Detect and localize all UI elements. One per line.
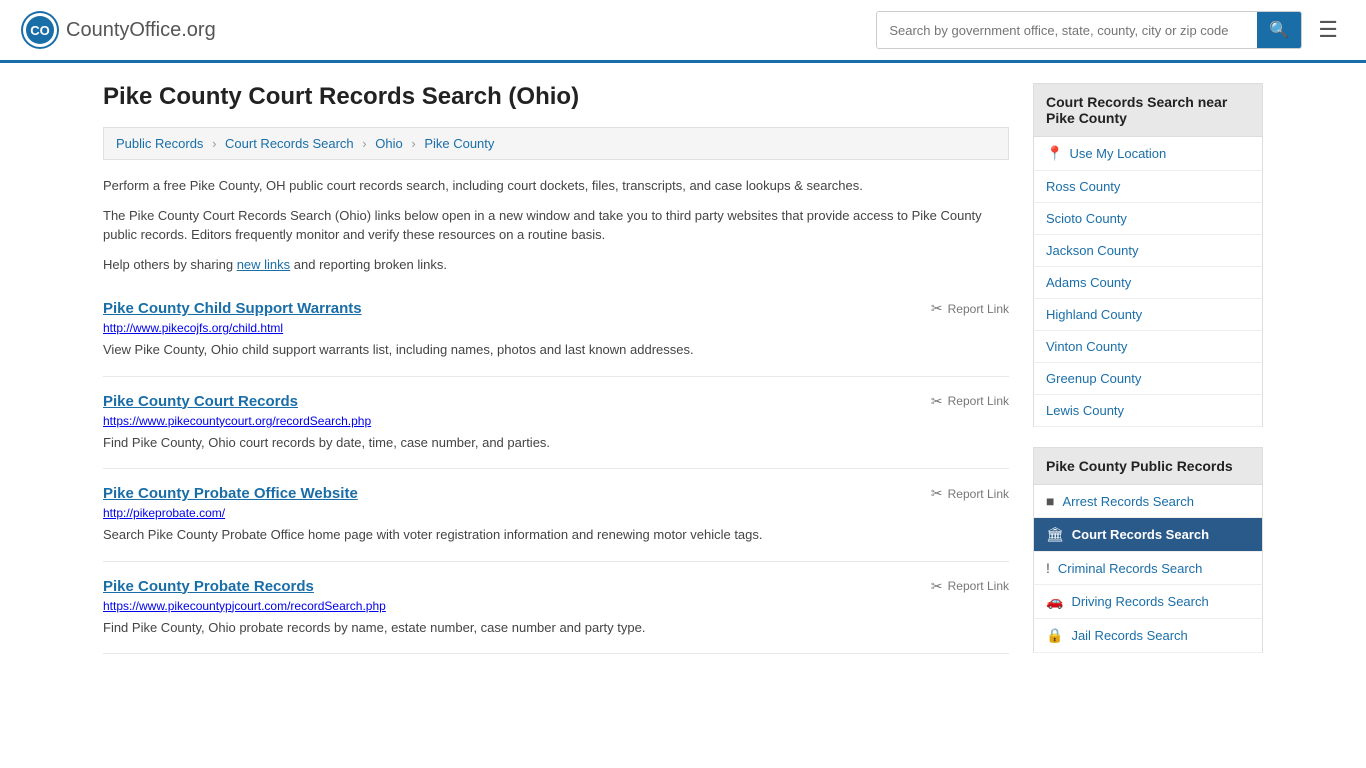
nearby-title: Court Records Search near Pike County <box>1033 83 1263 137</box>
content-area: Pike County Court Records Search (Ohio) … <box>103 83 1009 673</box>
result-desc-2: Search Pike County Probate Office home p… <box>103 525 1009 545</box>
nearby-county-link-2[interactable]: Jackson County <box>1046 243 1139 258</box>
pub-records-title: Pike County Public Records <box>1033 447 1263 485</box>
pub-rec-item[interactable]: 🚗 Driving Records Search <box>1033 585 1263 619</box>
report-link-0[interactable]: ✂ Report Link <box>931 300 1009 317</box>
report-link-3[interactable]: ✂ Report Link <box>931 578 1009 595</box>
breadcrumb-public-records[interactable]: Public Records <box>116 136 203 151</box>
nearby-county-link-4[interactable]: Highland County <box>1046 307 1142 322</box>
nearby-county-item[interactable]: Jackson County <box>1033 235 1263 267</box>
pub-rec-link-2[interactable]: Criminal Records Search <box>1058 561 1203 576</box>
scissors-icon-1: ✂ <box>931 393 943 410</box>
svg-text:CO: CO <box>30 23 50 38</box>
breadcrumb-ohio[interactable]: Ohio <box>375 136 402 151</box>
nearby-county-item[interactable]: Lewis County <box>1033 395 1263 427</box>
result-item: Pike County Court Records ✂ Report Link … <box>103 377 1009 470</box>
nearby-county-link-3[interactable]: Adams County <box>1046 275 1131 290</box>
pub-rec-link-4[interactable]: Jail Records Search <box>1071 628 1187 643</box>
menu-button[interactable]: ☰ <box>1310 13 1346 47</box>
location-icon: 📍 <box>1046 145 1063 162</box>
result-url-0[interactable]: http://www.pikecojfs.org/child.html <box>103 321 1009 335</box>
result-url-3[interactable]: https://www.pikecountypjcourt.com/record… <box>103 599 1009 613</box>
report-link-1[interactable]: ✂ Report Link <box>931 393 1009 410</box>
pub-records-section: Pike County Public Records ■ Arrest Reco… <box>1033 447 1263 653</box>
breadcrumb-pike-county[interactable]: Pike County <box>424 136 494 151</box>
nearby-county-link-7[interactable]: Lewis County <box>1046 403 1124 418</box>
result-url-2[interactable]: http://pikeprobate.com/ <box>103 506 1009 520</box>
breadcrumb: Public Records › Court Records Search › … <box>103 127 1009 160</box>
search-bar: 🔍 <box>876 11 1302 49</box>
logo-text: CountyOffice.org <box>66 19 216 42</box>
pub-rec-icon-1: 🏛 <box>1046 526 1064 543</box>
result-header: Pike County Court Records ✂ Report Link <box>103 393 1009 410</box>
use-location-link[interactable]: Use My Location <box>1069 146 1166 161</box>
result-desc-3: Find Pike County, Ohio probate records b… <box>103 618 1009 638</box>
nearby-county-item[interactable]: Scioto County <box>1033 203 1263 235</box>
pub-records-container: ■ Arrest Records Search 🏛 Court Records … <box>1033 485 1263 653</box>
nearby-county-item[interactable]: Adams County <box>1033 267 1263 299</box>
nearby-county-item[interactable]: Ross County <box>1033 171 1263 203</box>
new-links-link[interactable]: new links <box>237 257 290 272</box>
scissors-icon-0: ✂ <box>931 300 943 317</box>
pub-rec-link-3[interactable]: Driving Records Search <box>1071 594 1208 609</box>
result-item: Pike County Probate Office Website ✂ Rep… <box>103 469 1009 562</box>
main-container: Pike County Court Records Search (Ohio) … <box>83 63 1283 693</box>
pub-rec-icon-0: ■ <box>1046 493 1054 509</box>
result-title-2[interactable]: Pike County Probate Office Website <box>103 485 358 502</box>
result-title-3[interactable]: Pike County Probate Records <box>103 578 314 595</box>
sidebar: Court Records Search near Pike County 📍 … <box>1033 83 1263 673</box>
pub-rec-icon-2: ! <box>1046 560 1050 576</box>
nearby-county-link-6[interactable]: Greenup County <box>1046 371 1141 386</box>
results-container: Pike County Child Support Warrants ✂ Rep… <box>103 284 1009 654</box>
scissors-icon-2: ✂ <box>931 485 943 502</box>
result-item: Pike County Child Support Warrants ✂ Rep… <box>103 284 1009 377</box>
nearby-section: Court Records Search near Pike County 📍 … <box>1033 83 1263 427</box>
pub-rec-link-1[interactable]: Court Records Search <box>1072 527 1209 542</box>
search-input[interactable] <box>877 16 1257 45</box>
result-item: Pike County Probate Records ✂ Report Lin… <box>103 562 1009 655</box>
pub-rec-icon-3: 🚗 <box>1046 593 1063 610</box>
page-title: Pike County Court Records Search (Ohio) <box>103 83 1009 111</box>
result-url-1[interactable]: https://www.pikecountycourt.org/recordSe… <box>103 414 1009 428</box>
intro-text-2: The Pike County Court Records Search (Oh… <box>103 206 1009 245</box>
result-header: Pike County Child Support Warrants ✂ Rep… <box>103 300 1009 317</box>
pub-rec-icon-4: 🔒 <box>1046 627 1063 644</box>
intro-text-1: Perform a free Pike County, OH public co… <box>103 176 1009 196</box>
pub-rec-link-0[interactable]: Arrest Records Search <box>1062 494 1194 509</box>
result-desc-1: Find Pike County, Ohio court records by … <box>103 433 1009 453</box>
search-button[interactable]: 🔍 <box>1257 12 1301 48</box>
logo[interactable]: CO CountyOffice.org <box>20 10 216 50</box>
result-header: Pike County Probate Office Website ✂ Rep… <box>103 485 1009 502</box>
result-desc-0: View Pike County, Ohio child support war… <box>103 340 1009 360</box>
nearby-county-link-0[interactable]: Ross County <box>1046 179 1120 194</box>
nearby-county-item[interactable]: Vinton County <box>1033 331 1263 363</box>
logo-icon: CO <box>20 10 60 50</box>
intro-text-3: Help others by sharing new links and rep… <box>103 255 1009 275</box>
nearby-counties-container: Ross County Scioto County Jackson County Ad… <box>1033 171 1263 427</box>
nearby-county-link-5[interactable]: Vinton County <box>1046 339 1127 354</box>
use-location-item[interactable]: 📍 Use My Location <box>1033 137 1263 171</box>
result-header: Pike County Probate Records ✂ Report Lin… <box>103 578 1009 595</box>
breadcrumb-court-records[interactable]: Court Records Search <box>225 136 354 151</box>
pub-rec-item[interactable]: ! Criminal Records Search <box>1033 552 1263 585</box>
nearby-county-link-1[interactable]: Scioto County <box>1046 211 1127 226</box>
result-title-0[interactable]: Pike County Child Support Warrants <box>103 300 362 317</box>
report-link-2[interactable]: ✂ Report Link <box>931 485 1009 502</box>
nearby-county-item[interactable]: Highland County <box>1033 299 1263 331</box>
pub-rec-item[interactable]: 🏛 Court Records Search <box>1033 518 1263 552</box>
scissors-icon-3: ✂ <box>931 578 943 595</box>
header-right: 🔍 ☰ <box>876 11 1346 49</box>
pub-rec-item[interactable]: 🔒 Jail Records Search <box>1033 619 1263 653</box>
pub-rec-item[interactable]: ■ Arrest Records Search <box>1033 485 1263 518</box>
header: CO CountyOffice.org 🔍 ☰ <box>0 0 1366 63</box>
result-title-1[interactable]: Pike County Court Records <box>103 393 298 410</box>
nearby-county-item[interactable]: Greenup County <box>1033 363 1263 395</box>
